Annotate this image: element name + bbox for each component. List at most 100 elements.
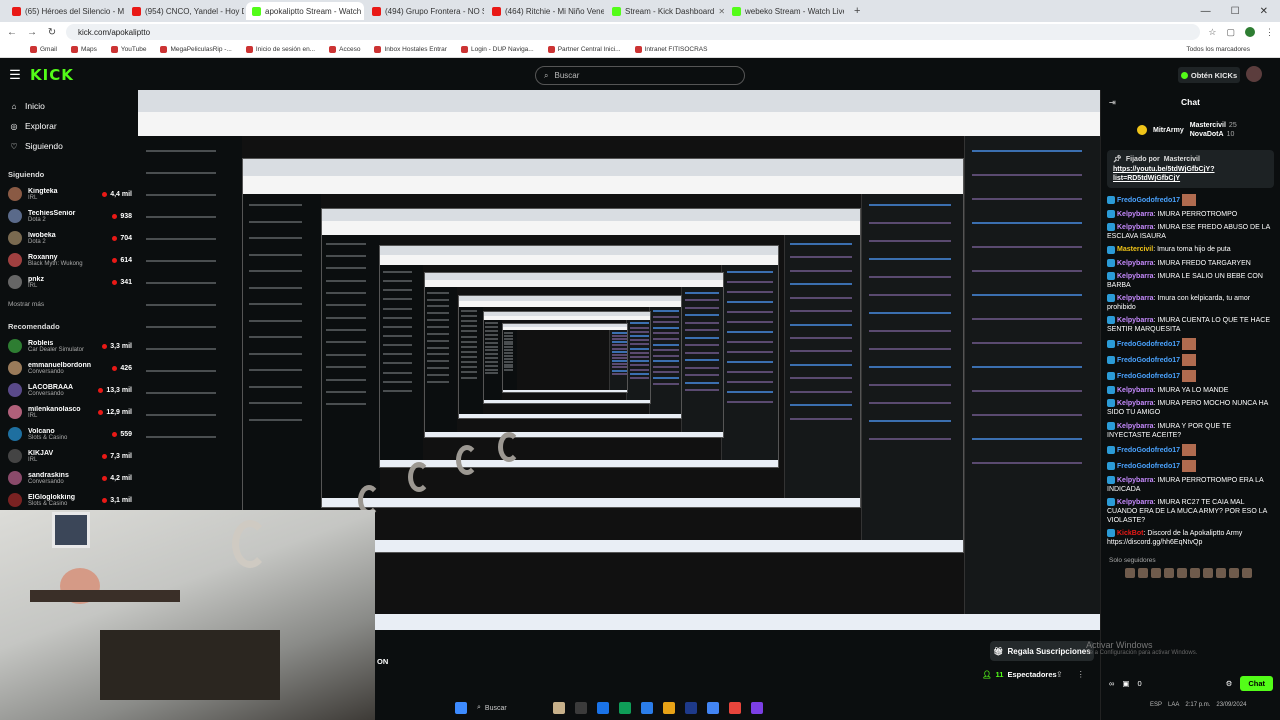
all-bookmarks[interactable]: Todos los marcadores: [1186, 46, 1250, 53]
menu-icon[interactable]: ⋮: [1265, 27, 1274, 38]
chat-username[interactable]: Kelpybarra: [1117, 477, 1154, 484]
channel-item[interactable]: Roxanny Black Myth: Wukong 614: [0, 249, 138, 271]
collapse-chat-icon[interactable]: ⇥: [1109, 98, 1116, 107]
minimize-icon[interactable]: —: [1201, 6, 1211, 17]
channel-item[interactable]: KIKJAV IRL 7,3 mil: [0, 445, 138, 467]
mirror-chat-row: [685, 321, 720, 324]
profile-avatar[interactable]: [1245, 26, 1255, 37]
channel-item[interactable]: LACOBRAAA Conversando 13,3 mil: [0, 379, 138, 401]
channel-info: Kingteka IRL: [28, 188, 102, 201]
bookmark-item[interactable]: Inicio de sesión en...: [245, 46, 315, 53]
kicks-wallet-icon[interactable]: ▣: [1122, 679, 1129, 688]
browser-tab[interactable]: webeko Stream - Watch Live o...✕: [726, 2, 844, 20]
bookmark-item[interactable]: Login - DUP Naviga...: [460, 46, 534, 53]
browser-tab[interactable]: Stream - Kick Dashboard ✕: [606, 2, 724, 20]
user-avatar[interactable]: [1246, 66, 1262, 82]
extensions-icon[interactable]: ▢: [1226, 27, 1235, 38]
channel-item[interactable]: lwobeka Dota 2 704: [0, 227, 138, 249]
bookmark-item[interactable]: Acceso: [329, 46, 360, 53]
browser-tab-bar: (65) Héroes del Silencio - Mal...✕(954) …: [0, 0, 1280, 22]
chat-username[interactable]: FredoGodofredo17: [1117, 341, 1180, 348]
chat-username[interactable]: Kelpybarra: [1117, 317, 1154, 324]
bookmark-item[interactable]: Gmail: [30, 46, 57, 53]
reload-icon[interactable]: ↻: [46, 27, 58, 38]
show-more-link[interactable]: Mostrar más: [0, 293, 138, 308]
more-options-icon[interactable]: ⋮: [1077, 670, 1085, 679]
share-icon[interactable]: ⇪: [1056, 670, 1063, 679]
mirror-chat-row: [726, 280, 773, 283]
gift-subscriptions-button[interactable]: 🎁︎ Regala Suscripciones: [990, 641, 1094, 661]
close-tab-icon[interactable]: ✕: [718, 7, 724, 16]
bookmark-item[interactable]: Intranet FITISOCRAS: [634, 46, 707, 53]
chat-username[interactable]: Kelpybarra: [1117, 211, 1154, 218]
channel-category: Conversando: [28, 390, 64, 397]
tab-label: webeko Stream - Watch Live o...: [745, 6, 844, 16]
settings-gear-icon[interactable]: ⚙: [1226, 679, 1233, 688]
bookmark-item[interactable]: MegaPeliculasRip -...: [160, 46, 232, 53]
bookmark-item[interactable]: Inbox Hostales Entrar: [374, 46, 447, 53]
maximize-icon[interactable]: ☐: [1231, 6, 1240, 17]
channel-item[interactable]: TechiesSenior Dota 2 938: [0, 205, 138, 227]
channel-item[interactable]: milenkanolasco IRL 12,9 mil: [0, 401, 138, 423]
bookmark-item[interactable]: Partner Central Inici...: [547, 46, 621, 53]
live-dot-icon: [102, 453, 108, 459]
chat-username[interactable]: Kelpybarra: [1117, 499, 1154, 506]
url-input[interactable]: kick.com/apokaliptto: [66, 24, 1201, 40]
chat-username[interactable]: FredoGodofredo17: [1117, 197, 1180, 204]
mirrored-moon-decoration: [456, 445, 478, 475]
chat-username[interactable]: Kelpybarra: [1117, 273, 1154, 280]
chat-username[interactable]: FredoGodofredo17: [1117, 463, 1180, 470]
channel-item[interactable]: Robleis Car Dealer Simulator 3,3 mil: [0, 335, 138, 357]
user-badge-icon: [1107, 294, 1115, 302]
mirror-text-row: [485, 349, 498, 352]
chat-username[interactable]: FredoGodofredo17: [1117, 357, 1180, 364]
browser-tab[interactable]: (65) Héroes del Silencio - Mal...✕: [6, 2, 124, 20]
mirror-chat-row: [868, 276, 952, 279]
sidebar-item-siguiendo[interactable]: ♡ Siguiendo: [0, 136, 138, 156]
pinned-link[interactable]: https://youtu.be/5tdWjGfbCjY?list=RD5tdW…: [1113, 165, 1268, 183]
back-icon[interactable]: ←: [6, 27, 18, 38]
sidebar-item-explorar[interactable]: ◎ Explorar: [0, 116, 138, 136]
chat-username[interactable]: Kelpybarra: [1117, 387, 1154, 394]
channel-item[interactable]: Volcano Slots & Casino 559: [0, 423, 138, 445]
chat-username[interactable]: KickBot: [1117, 530, 1143, 537]
chat-send-button[interactable]: Chat: [1240, 675, 1273, 691]
forward-icon[interactable]: →: [26, 27, 38, 38]
browser-tab[interactable]: apokaliptto Stream - Watch Live✕: [246, 2, 364, 20]
browser-tab[interactable]: (464) Ritchie - Mi Niño Veneno✕: [486, 2, 604, 20]
mirror-chat-row: [726, 370, 773, 373]
channel-name: lwobeka: [28, 231, 56, 239]
hamburger-menu-icon[interactable]: ☰: [0, 67, 30, 83]
get-kicks-button[interactable]: Obtén KICKs: [1178, 67, 1240, 83]
channel-item[interactable]: ElGloglokking Slots & Casino 3,1 mil: [0, 489, 138, 511]
new-tab-button[interactable]: +: [846, 5, 868, 17]
mirror-text-row: [383, 353, 413, 356]
bookmark-item[interactable]: YouTube: [110, 46, 146, 53]
infinity-icon[interactable]: ∞: [1109, 679, 1114, 688]
chat-username[interactable]: Kelpybarra: [1117, 295, 1154, 302]
channel-item[interactable]: Kingteka IRL 4,4 mil: [0, 183, 138, 205]
mirror-chat-row: [612, 338, 627, 341]
channel-item[interactable]: emmanuelbordonn Conversando 426: [0, 357, 138, 379]
channel-item[interactable]: pnkz IRL 341: [0, 271, 138, 293]
chat-username[interactable]: Kelpybarra: [1117, 423, 1154, 430]
chat-username[interactable]: Kelpybarra: [1117, 224, 1154, 231]
mirror-chat-row: [972, 270, 1082, 272]
chat-username[interactable]: Kelpybarra: [1117, 400, 1154, 407]
sidebar-item-inicio[interactable]: ⌂ Inicio: [0, 96, 138, 116]
kick-logo[interactable]: KICK: [30, 66, 74, 84]
bookmark-item[interactable]: Maps: [70, 46, 97, 53]
browser-tab[interactable]: (494) Grupo Frontera - NO SE✕: [366, 2, 484, 20]
channel-item[interactable]: sandraskins Conversando 4,2 mil: [0, 467, 138, 489]
close-window-icon[interactable]: ✕: [1260, 6, 1268, 17]
search-input[interactable]: ⌕ Buscar: [535, 66, 745, 85]
chat-username[interactable]: Kelpybarra: [1117, 260, 1154, 267]
browser-tab[interactable]: (954) CNCO, Yandel - Hoy DJ✕: [126, 2, 244, 20]
chat-username[interactable]: FredoGodofredo17: [1117, 447, 1180, 454]
chat-message: FredoGodofredo17: [1107, 194, 1274, 207]
chat-username[interactable]: FredoGodofredo17: [1117, 373, 1180, 380]
mirror-taskbar: [380, 460, 778, 467]
chat-username[interactable]: Mastercivil: [1117, 246, 1153, 253]
star-icon[interactable]: ☆: [1208, 27, 1216, 38]
emote-bar[interactable]: [1101, 568, 1280, 584]
